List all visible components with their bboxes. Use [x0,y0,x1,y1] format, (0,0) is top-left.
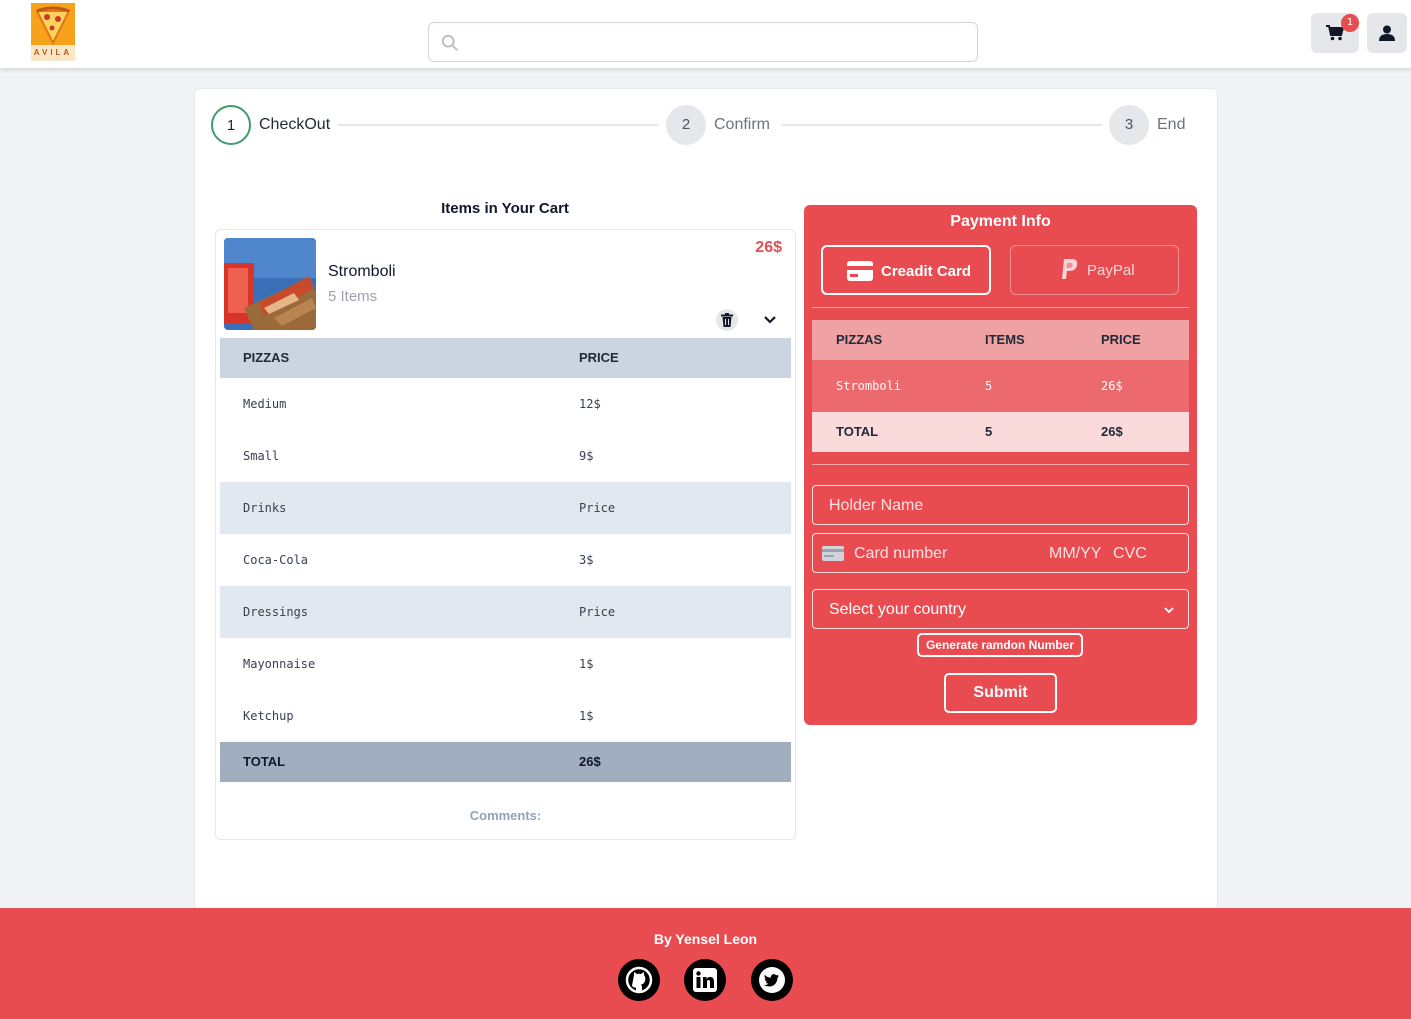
header-items: ITEMS [985,332,1025,347]
item-name: Stromboli [328,263,396,280]
row-price: Price [579,605,616,619]
logo[interactable]: AVILA [31,3,75,61]
cart-count-badge: 1 [1341,14,1359,32]
summary-items: 5 [985,379,993,393]
comments-label: Comments: [469,808,542,823]
linkedin-icon [693,968,717,992]
summary-row: Stromboli 5 26$ [812,360,1189,412]
table-total-row: TOTAL 26$ [220,742,791,782]
step-2-circle: 2 [666,105,706,145]
divider [812,464,1189,465]
row-price: 1$ [579,657,594,671]
credit-card-label: Creadit Card [881,263,972,280]
table-row: Mayonnaise 1$ [220,638,791,690]
cart-title: Items in Your Cart [441,200,569,217]
expand-details-button[interactable] [762,312,778,332]
row-name: Ketchup [243,709,294,723]
card-details-field[interactable]: Card number MM/YY CVC [812,533,1189,573]
summary-total-row: TOTAL 5 26$ [812,412,1189,452]
payment-title: Payment Info [950,213,1051,230]
card-number-placeholder[interactable]: Card number [854,545,947,563]
row-price: 1$ [579,709,594,723]
search-input[interactable] [469,23,969,61]
row-name: Small [243,449,280,463]
row-name: Dressings [243,605,309,619]
step-3-circle: 3 [1109,105,1149,145]
row-name: Drinks [243,501,287,515]
footer-author: By Yensel Leon [653,931,758,947]
holder-name-placeholder: Holder Name [829,497,924,514]
stromboli-image [224,238,316,330]
holder-name-field[interactable]: Holder Name [812,485,1189,525]
step-1-circle: 1 [211,105,251,145]
svg-text:AVILA: AVILA [34,48,72,57]
table-header: PIZZAS PRICE [220,338,791,378]
credit-card-icon [847,261,873,281]
paypal-method-button[interactable]: PayPal [1010,245,1179,295]
divider [812,307,1189,308]
search-bar[interactable] [428,22,978,62]
row-price: 3$ [579,553,594,567]
delete-item-button[interactable] [716,309,738,331]
step-connector [782,124,1102,126]
item-price: 26$ [755,239,782,256]
country-select[interactable]: Select your country [812,589,1189,629]
paypal-label: PayPal [1087,262,1135,279]
header-pizzas: PIZZAS [836,332,883,347]
chevron-down-icon [1164,607,1174,614]
row-price: 9$ [579,449,594,463]
credit-card-method-button[interactable]: Creadit Card [821,245,991,295]
chevron-down-icon [764,316,776,324]
header-price: PRICE [1101,332,1141,347]
row-price: 12$ [579,397,601,411]
cvc-placeholder[interactable]: CVC [1113,545,1147,563]
country-select-value: Select your country [829,601,966,618]
step-3-label: End [1157,116,1186,133]
summary-total-label: TOTAL [836,424,879,439]
table-row: Coca-Cola 3$ [220,534,791,586]
table-section-row: Dressings Price [220,586,791,638]
card-number-icon [822,546,844,561]
expiry-placeholder[interactable]: MM/YY [1049,545,1101,563]
item-count: 5 Items [328,288,378,305]
total-label: TOTAL [243,754,286,769]
summary-header: PIZZAS ITEMS PRICE [812,320,1189,360]
twitter-icon [759,967,785,993]
footer: By Yensel Leon [0,908,1411,1019]
row-name: Medium [243,397,287,411]
payment-summary-table: PIZZAS ITEMS PRICE Stromboli 5 26$ TOTAL… [812,320,1189,452]
table-row: Medium 12$ [220,378,791,430]
payment-panel: Payment Info Creadit Card PayPal PIZZAS … [804,205,1197,725]
user-account-button[interactable] [1367,13,1407,53]
total-price: 26$ [579,754,601,769]
twitter-link[interactable] [751,959,793,1001]
submit-button[interactable]: Submit [944,673,1057,713]
header-price: PRICE [579,350,619,365]
linkedin-link[interactable] [684,959,726,1001]
trash-icon [721,313,733,327]
top-navbar: AVILA [0,0,1411,68]
summary-name: Stromboli [836,379,902,393]
pizza-logo-icon: AVILA [31,3,75,61]
table-section-row: Drinks Price [220,482,791,534]
generate-random-number-button[interactable]: Generate ramdon Number [917,633,1083,657]
order-details-table: PIZZAS PRICE Medium 12$ Small 9$ Drinks … [220,338,791,782]
header-pizzas: PIZZAS [243,350,290,365]
row-name: Mayonnaise [243,657,316,671]
github-icon [625,966,653,994]
search-icon [441,34,458,51]
user-icon [1379,25,1395,41]
row-price: Price [579,501,616,515]
github-link[interactable] [618,959,660,1001]
step-connector [338,124,658,126]
step-1-label: CheckOut [259,116,331,133]
step-2-label: Confirm [714,116,771,133]
row-name: Coca-Cola [243,553,309,567]
summary-total-items: 5 [985,424,993,439]
table-row: Ketchup 1$ [220,690,791,742]
summary-total-price: 26$ [1101,424,1123,439]
paypal-icon [1062,259,1078,279]
table-row: Small 9$ [220,430,791,482]
summary-price: 26$ [1101,379,1123,393]
